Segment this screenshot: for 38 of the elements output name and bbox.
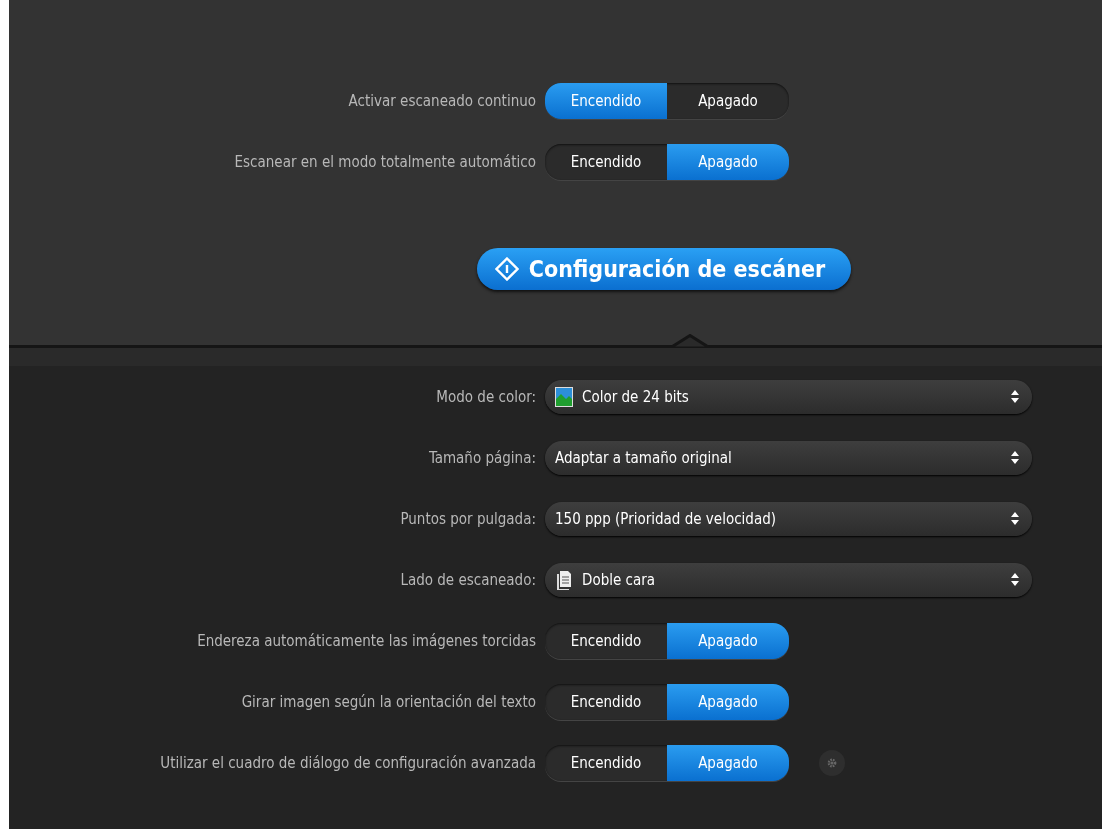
setting-label: Girar imagen según la orientación del texto: [241, 692, 536, 711]
updown-arrows-icon: [1010, 450, 1020, 465]
setting-label: Endereza automáticamente las imágenes torcidas: [197, 631, 536, 650]
setting-label: Activar escaneado continuo: [348, 91, 536, 110]
toggle-option[interactable]: Encendido: [545, 143, 667, 180]
setting-label: Utilizar el cuadro de diálogo de configuración avanzada: [160, 753, 536, 772]
toggle-switch[interactable]: Encendido Apagado: [545, 622, 789, 659]
toggle-option[interactable]: Encendido: [545, 622, 667, 659]
setting-label: Escanear en el modo totalmente automático: [234, 152, 536, 171]
toggle-option[interactable]: Apagado: [667, 744, 789, 781]
image-icon: [555, 386, 573, 407]
dropdown[interactable]: Color de 24 bits: [545, 379, 1032, 414]
toggle-switch[interactable]: Encendido Apagado: [545, 744, 789, 781]
toggle-option[interactable]: Apagado: [667, 143, 789, 180]
toggle-option[interactable]: Encendido: [545, 683, 667, 720]
toggle-option[interactable]: Encendido: [545, 82, 667, 119]
setting-label: Puntos por pulgada:: [400, 509, 536, 528]
toggle-option[interactable]: Apagado: [667, 82, 789, 119]
diamond-icon: [494, 257, 519, 281]
setting-label: Lado de escaneado:: [400, 570, 536, 589]
dropdown[interactable]: Doble cara: [545, 562, 1032, 597]
toggle-switch[interactable]: Encendido Apagado: [545, 82, 789, 119]
dropdown[interactable]: Adaptar a tamaño original: [545, 440, 1032, 475]
updown-arrows-icon: [1010, 389, 1020, 404]
document-icon: [555, 569, 573, 590]
setting-label: Modo de color:: [436, 387, 536, 406]
toggle-option[interactable]: Apagado: [667, 622, 789, 659]
toggle-switch[interactable]: Encendido Apagado: [545, 683, 789, 720]
updown-arrows-icon: [1010, 572, 1020, 587]
gear-icon: [826, 756, 838, 769]
toggle-switch[interactable]: Encendido Apagado: [545, 143, 789, 180]
setting-label: Tamaño página:: [428, 448, 536, 467]
toggle-option[interactable]: Encendido: [545, 744, 667, 781]
updown-arrows-icon: [1010, 511, 1020, 526]
toggle-option[interactable]: Apagado: [667, 683, 789, 720]
dropdown[interactable]: 150 ppp (Prioridad de velocidad): [545, 501, 1032, 536]
settings-button[interactable]: [819, 749, 845, 776]
scanner-settings-button[interactable]: Configuración de escáner: [476, 248, 852, 290]
